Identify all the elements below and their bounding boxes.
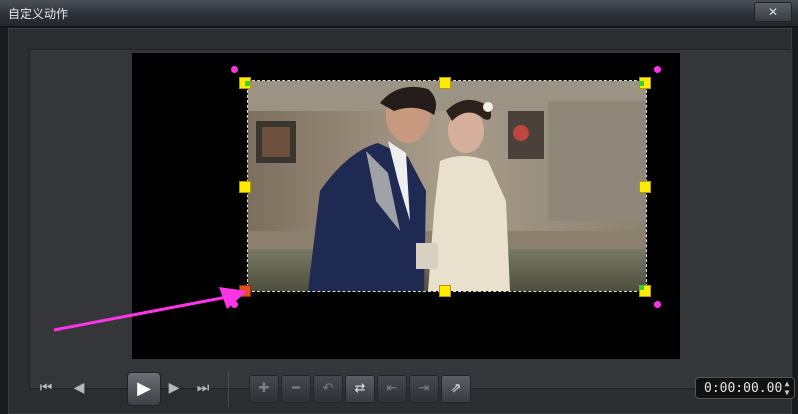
- corner-marker-top-right: [639, 81, 644, 86]
- copy-keyframe-button[interactable]: ⇗: [441, 375, 471, 403]
- play-button[interactable]: ▶: [127, 372, 161, 406]
- rotate-handle-bottom-right[interactable]: [654, 301, 661, 308]
- resize-handle-left[interactable]: [239, 181, 251, 193]
- preview-area: [29, 49, 793, 389]
- separator: [228, 371, 229, 407]
- resize-handle-right[interactable]: [639, 181, 651, 193]
- move-right-keyframe-button[interactable]: ⇥: [409, 375, 439, 403]
- corner-marker-top-left: [245, 81, 250, 86]
- corner-marker-bottom-right: [639, 285, 644, 290]
- preview-image[interactable]: [247, 80, 647, 292]
- home-icon[interactable]: ⏮: [34, 377, 58, 399]
- photo-svg: [248, 81, 646, 291]
- play-icon: ▶: [137, 378, 151, 399]
- add-keyframe-button[interactable]: ✚: [249, 375, 279, 403]
- title-bar: 自定义动作 ✕: [0, 0, 798, 27]
- rotate-handle-top-right[interactable]: [654, 66, 661, 73]
- move-left-keyframe-button[interactable]: ⇤: [377, 375, 407, 403]
- timecode-spinner[interactable]: ▲ ▼: [782, 379, 792, 397]
- resize-handle-bottom[interactable]: [439, 285, 451, 297]
- rotate-handle-top-left[interactable]: [231, 66, 238, 73]
- previous-frame-icon[interactable]: ◀: [67, 377, 91, 399]
- transport-controls: ⏮ ◀ ▶ ▶ ⏭ ✚ ━ ↶ ⇄ ⇤ ⇥ ⇗ 0:00:00.00 ▲ ▼: [29, 367, 795, 413]
- end-icon[interactable]: ⏭: [191, 377, 215, 399]
- dialog-body: ⏮ ◀ ▶ ▶ ⏭ ✚ ━ ↶ ⇄ ⇤ ⇥ ⇗ 0:00:00.00 ▲ ▼: [8, 28, 795, 414]
- annotation-arrow: [53, 287, 247, 332]
- remove-keyframe-button[interactable]: ━: [281, 375, 311, 403]
- close-button[interactable]: ✕: [754, 2, 792, 22]
- timecode-input[interactable]: 0:00:00.00 ▲ ▼: [695, 377, 795, 399]
- next-frame-icon[interactable]: ▶: [162, 377, 186, 399]
- resize-handle-top[interactable]: [439, 77, 451, 89]
- swap-keyframe-button[interactable]: ⇄: [345, 375, 375, 403]
- reverse-keyframe-button[interactable]: ↶: [313, 375, 343, 403]
- window-title: 自定义动作: [8, 7, 69, 21]
- timecode-value: 0:00:00.00: [704, 381, 783, 396]
